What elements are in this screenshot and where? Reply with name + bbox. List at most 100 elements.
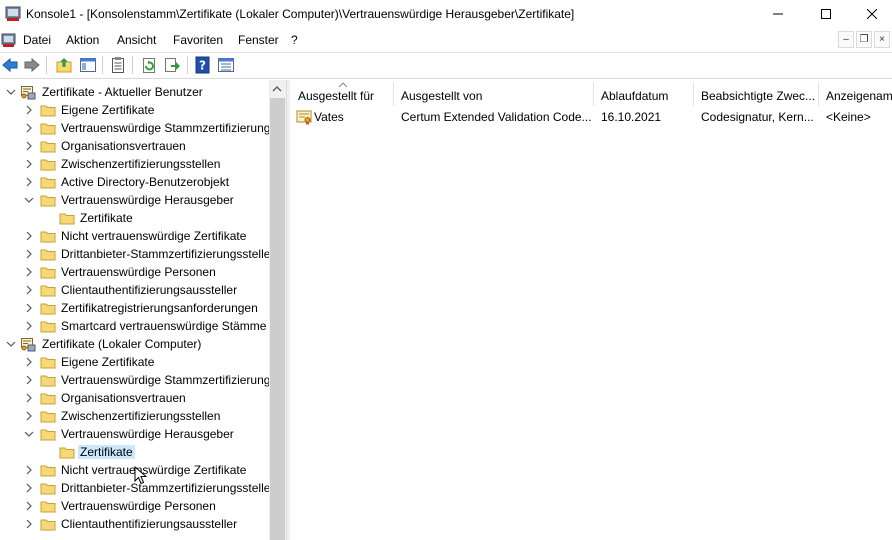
- folder-icon: [40, 285, 56, 297]
- column-header-issued-to[interactable]: Ausgestellt für: [291, 82, 394, 106]
- chevron-right-icon[interactable]: [24, 105, 34, 115]
- tree-node[interactable]: Vertrauenswürdige Personen: [0, 497, 270, 515]
- menu-ansicht[interactable]: Ansicht: [117, 33, 156, 47]
- column-header-expiry[interactable]: Ablaufdatum: [594, 82, 694, 106]
- chevron-right-icon[interactable]: [24, 465, 34, 475]
- chevron-right-icon[interactable]: [24, 411, 34, 421]
- chevron-right-icon[interactable]: [24, 159, 34, 169]
- column-header-purposes[interactable]: Beabsichtigte Zwec...: [694, 82, 819, 106]
- chevron-down-icon[interactable]: [24, 195, 34, 205]
- show-hide-tree-icon[interactable]: [79, 56, 97, 74]
- chevron-right-icon[interactable]: [24, 249, 34, 259]
- toolbar-separator: [102, 56, 103, 74]
- child-restore-button[interactable]: ❐: [856, 31, 872, 48]
- child-close-button[interactable]: ×: [874, 31, 890, 48]
- tree-node-label: Zwischenzertifizierungsstellen: [61, 409, 221, 423]
- tree-node-label: Vertrauenswürdige Stammzertifizierung: [61, 121, 271, 135]
- minimize-button[interactable]: [755, 0, 801, 28]
- chevron-down-icon[interactable]: [24, 429, 34, 439]
- chevron-right-icon[interactable]: [24, 501, 34, 511]
- chevron-right-icon[interactable]: [24, 141, 34, 151]
- mmc-child-window-icon[interactable]: [1, 32, 17, 48]
- toolbar-separator: [132, 56, 133, 74]
- mmc-console-icon[interactable]: [5, 6, 21, 22]
- refresh-icon[interactable]: [140, 56, 158, 74]
- chevron-right-icon[interactable]: [24, 357, 34, 367]
- maximize-button[interactable]: [803, 0, 849, 28]
- chevron-right-icon[interactable]: [24, 285, 34, 295]
- folder-icon: [59, 447, 75, 459]
- chevron-right-icon[interactable]: [24, 483, 34, 493]
- menu-help[interactable]: ?: [291, 33, 298, 47]
- toolbar-separator: [46, 56, 47, 74]
- tree-node-label: Zertifikate: [78, 445, 135, 459]
- title-bar: Konsole1 - [Konsolenstamm\Zertifikate (L…: [0, 0, 892, 28]
- tree-node[interactable]: Smartcard vertrauenswürdige Stämme: [0, 317, 270, 335]
- tree-scrollbar-thumb[interactable]: [270, 98, 285, 540]
- tree-node[interactable]: Zwischenzertifizierungsstellen: [0, 155, 270, 173]
- menu-aktion[interactable]: Aktion: [66, 33, 99, 47]
- tree-node[interactable]: Vertrauenswürdige Stammzertifizierung: [0, 119, 270, 137]
- folder-icon: [40, 375, 56, 387]
- tree-node[interactable]: Clientauthentifizierungsaussteller: [0, 281, 270, 299]
- tree-node[interactable]: Zwischenzertifizierungsstellen: [0, 407, 270, 425]
- chevron-down-icon[interactable]: [6, 87, 16, 97]
- tree-node[interactable]: Zertifikatregistrierungsanforderungen: [0, 299, 270, 317]
- folder-icon: [40, 483, 56, 495]
- menu-fenster[interactable]: Fenster: [238, 33, 279, 47]
- chevron-right-icon[interactable]: [24, 177, 34, 187]
- tree-node[interactable]: Clientauthentifizierungsaussteller: [0, 515, 270, 533]
- chevron-right-icon[interactable]: [24, 267, 34, 277]
- menu-datei[interactable]: Datei: [23, 33, 51, 47]
- close-button[interactable]: [849, 0, 892, 28]
- tree-node-label: Nicht vertrauenswürdige Zertifikate: [61, 463, 247, 477]
- back-icon[interactable]: [1, 56, 19, 74]
- chevron-right-icon[interactable]: [24, 231, 34, 241]
- tree-node[interactable]: Drittanbieter-Stammzertifizierungsstelle: [0, 245, 270, 263]
- chevron-right-icon[interactable]: [24, 123, 34, 133]
- tree-node-label: Zertifikatregistrierungsanforderungen: [61, 301, 258, 315]
- tree-node[interactable]: Zertifikate (Lokaler Computer): [0, 335, 270, 353]
- chevron-right-icon[interactable]: [24, 321, 34, 331]
- properties-icon[interactable]: [109, 56, 127, 74]
- tree-node[interactable]: Vertrauenswürdige Stammzertifizierung: [0, 371, 270, 389]
- folder-icon: [40, 141, 56, 153]
- tree-node[interactable]: Active Directory-Benutzerobjekt: [0, 173, 270, 191]
- help-icon[interactable]: ?: [194, 56, 212, 74]
- view-icon[interactable]: [217, 56, 235, 74]
- chevron-right-icon[interactable]: [24, 393, 34, 403]
- tree-node-label: Smartcard vertrauenswürdige Stämme: [61, 319, 267, 333]
- menu-favoriten[interactable]: Favoriten: [173, 33, 223, 47]
- tree-node[interactable]: Zertifikate - Aktueller Benutzer: [0, 83, 270, 101]
- tree-node[interactable]: Vertrauenswürdige Herausgeber: [0, 425, 270, 443]
- certificate-icon: [296, 110, 312, 125]
- child-minimize-button[interactable]: –: [838, 31, 854, 48]
- tree-node[interactable]: Organisationsvertrauen: [0, 137, 270, 155]
- up-folder-icon[interactable]: [55, 56, 73, 74]
- tree-node[interactable]: Zertifikate: [0, 209, 270, 227]
- folder-icon: [40, 195, 56, 207]
- tree-node[interactable]: Eigene Zertifikate: [0, 101, 270, 119]
- scroll-up-icon[interactable]: [272, 84, 282, 94]
- tree-node-label: Organisationsvertrauen: [61, 139, 186, 153]
- folder-icon: [40, 501, 56, 513]
- tree-node[interactable]: Vertrauenswürdige Personen: [0, 263, 270, 281]
- chevron-right-icon[interactable]: [24, 303, 34, 313]
- tree-node-label: Clientauthentifizierungsaussteller: [61, 283, 238, 297]
- column-header-friendly-name[interactable]: Anzeigenam: [819, 82, 892, 106]
- tree-node[interactable]: Eigene Zertifikate: [0, 353, 270, 371]
- chevron-right-icon[interactable]: [24, 375, 34, 385]
- chevron-right-icon[interactable]: [24, 519, 34, 529]
- column-header-issued-by[interactable]: Ausgestellt von: [394, 82, 594, 106]
- chevron-down-icon[interactable]: [6, 339, 16, 349]
- tree-node-label: Clientauthentifizierungsaussteller: [61, 517, 238, 531]
- tree-node-label: Zwischenzertifizierungsstellen: [61, 157, 221, 171]
- tree-node[interactable]: Vertrauenswürdige Herausgeber: [0, 191, 270, 209]
- export-list-icon[interactable]: [163, 56, 181, 74]
- forward-icon[interactable]: [23, 56, 41, 74]
- tree-node-label: Vertrauenswürdige Herausgeber: [61, 193, 234, 207]
- tree-node[interactable]: Organisationsvertrauen: [0, 389, 270, 407]
- tree-node-label: Eigene Zertifikate: [61, 355, 155, 369]
- tree-node[interactable]: Zertifikate: [0, 443, 270, 461]
- tree-node[interactable]: Nicht vertrauenswürdige Zertifikate: [0, 227, 270, 245]
